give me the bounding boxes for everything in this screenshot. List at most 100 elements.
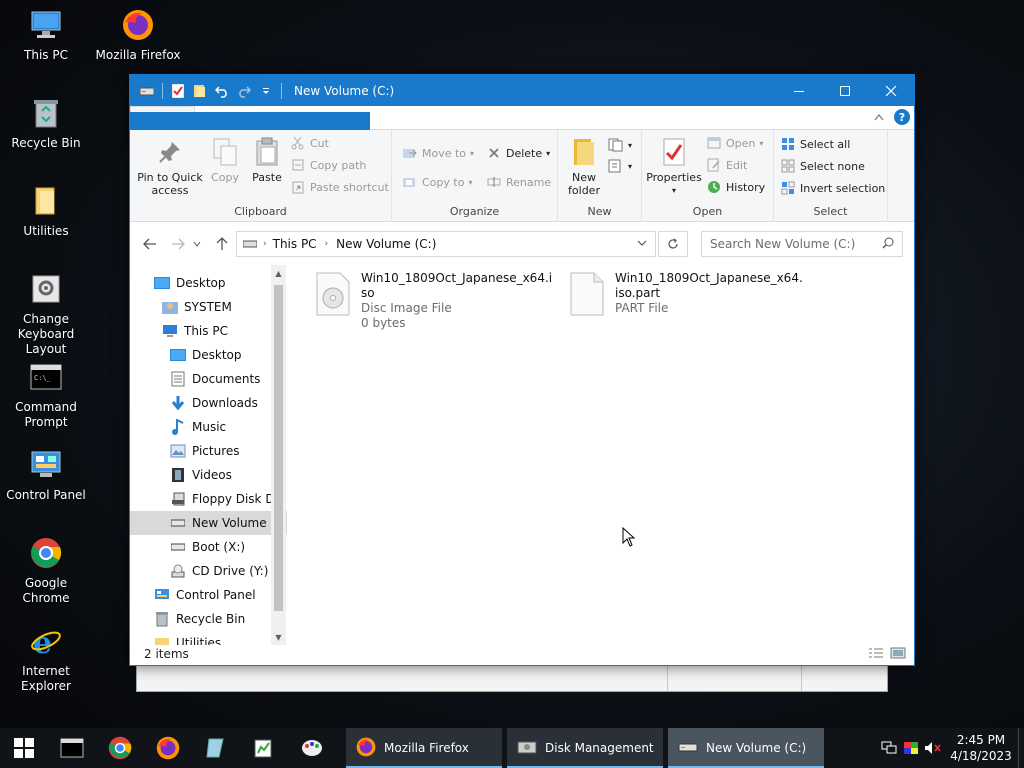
refresh-button[interactable] xyxy=(658,231,688,257)
chevron-down-icon: ▾ xyxy=(759,138,764,148)
chevron-down-icon: ▾ xyxy=(671,186,676,195)
customize-toolbar-icon[interactable] xyxy=(257,82,275,100)
details-view-icon[interactable] xyxy=(868,647,884,662)
paste-button[interactable]: Paste xyxy=(246,136,288,184)
edit-button[interactable]: Edit xyxy=(706,155,747,175)
nav-item-desktop-sub[interactable]: Desktop xyxy=(130,343,287,367)
taskbar-firefox-icon[interactable] xyxy=(144,728,192,768)
desktop-icon-recycle-bin[interactable]: Recycle Bin xyxy=(0,96,92,151)
taskbar-app-file-explorer[interactable]: New Volume (C:) xyxy=(668,728,824,768)
scroll-up-arrow[interactable]: ▲ xyxy=(271,265,286,281)
properties-button[interactable]: Properties ▾ xyxy=(646,136,702,197)
easy-access-button[interactable]: ▾ xyxy=(608,156,632,176)
clock[interactable]: 2:45 PM 4/18/2023 xyxy=(944,732,1018,764)
maximize-button[interactable] xyxy=(822,75,868,106)
taskbar-editor-icon[interactable] xyxy=(240,728,288,768)
redo-icon[interactable] xyxy=(235,82,253,100)
taskbar-command-prompt-icon[interactable] xyxy=(48,728,96,768)
copy-to-label: Copy to xyxy=(422,175,465,189)
collapse-ribbon-icon[interactable] xyxy=(874,110,884,124)
minimize-button[interactable] xyxy=(776,75,822,106)
search-placeholder: Search New Volume (C:) xyxy=(710,237,856,251)
taskbar-app-firefox[interactable]: Mozilla Firefox xyxy=(346,728,502,768)
nav-item-desktop[interactable]: Desktop xyxy=(130,271,287,295)
rename-button[interactable]: Rename xyxy=(486,172,551,192)
breadcrumb-new-volume[interactable]: New Volume (C:) xyxy=(336,237,436,251)
nav-item-documents[interactable]: Documents xyxy=(130,367,287,391)
breadcrumb-this-pc[interactable]: This PC xyxy=(273,237,317,251)
paste-shortcut-button[interactable]: Paste shortcut xyxy=(290,177,389,197)
nav-pane-scrollbar[interactable]: ▲ ▼ xyxy=(271,265,286,645)
open-button[interactable]: Open ▾ xyxy=(706,133,763,153)
address-history-dropdown[interactable] xyxy=(637,237,647,252)
taskbar-paint-icon[interactable] xyxy=(288,728,336,768)
select-none-button[interactable]: Select none xyxy=(780,156,865,176)
desktop-icon-google-chrome[interactable]: Google Chrome xyxy=(0,536,92,606)
delete-button[interactable]: Delete ▾ xyxy=(486,143,550,163)
nav-item-boot[interactable]: Boot (X:) xyxy=(130,535,287,559)
file-item[interactable]: Win10_1809Oct_Japanese_x64.iso Disc Imag… xyxy=(315,271,555,330)
select-all-button[interactable]: Select all xyxy=(780,134,850,154)
recent-locations-button[interactable] xyxy=(190,232,204,256)
history-button[interactable]: History xyxy=(706,177,765,197)
desktop-icon-internet-explorer[interactable]: e Internet Explorer xyxy=(0,624,92,694)
cut-button[interactable]: Cut xyxy=(290,133,329,153)
nav-item-floppy-disk[interactable]: Floppy Disk Dri xyxy=(130,487,287,511)
nav-item-system[interactable]: SYSTEM xyxy=(130,295,287,319)
properties-check-icon[interactable] xyxy=(169,82,187,100)
scrollbar-thumb[interactable] xyxy=(274,285,283,611)
display-color-icon[interactable] xyxy=(900,741,922,755)
file-type: Disc Image File xyxy=(361,301,452,315)
nav-item-music[interactable]: Music xyxy=(130,415,287,439)
nav-item-this-pc[interactable]: This PC xyxy=(130,319,287,343)
large-icons-view-icon[interactable] xyxy=(890,647,906,662)
pictures-icon xyxy=(170,443,186,459)
desktop-icon-label: Internet Explorer xyxy=(21,664,71,693)
desktop-icon-control-panel[interactable]: Control Panel xyxy=(0,448,92,503)
taskbar-notepad-icon[interactable] xyxy=(192,728,240,768)
new-folder-icon[interactable] xyxy=(191,82,209,100)
taskbar-app-disk-management[interactable]: Disk Management xyxy=(507,728,663,768)
desktop-icon-firefox[interactable]: Mozilla Firefox xyxy=(92,8,184,63)
nav-item-cd-drive[interactable]: CD Drive (Y:) H xyxy=(130,559,287,583)
file-item[interactable]: Win10_1809Oct_Japanese_x64.iso.part PART… xyxy=(569,271,809,323)
new-item-button[interactable]: ▾ xyxy=(608,135,632,155)
invert-selection-button[interactable]: Invert selection xyxy=(780,178,885,198)
search-input[interactable]: Search New Volume (C:) xyxy=(701,231,903,257)
nav-item-control-panel[interactable]: Control Panel xyxy=(130,583,287,607)
scissors-icon xyxy=(290,135,306,151)
nav-item-new-volume[interactable]: New Volume (C xyxy=(130,511,287,535)
nav-item-label: Documents xyxy=(192,372,261,386)
nav-item-pictures[interactable]: Pictures xyxy=(130,439,287,463)
network-icon[interactable] xyxy=(878,741,900,755)
copy-button[interactable]: Copy xyxy=(204,136,246,184)
close-button[interactable] xyxy=(868,75,914,106)
taskbar-chrome-icon[interactable] xyxy=(96,728,144,768)
desktop-icon-change-keyboard-layout[interactable]: Change Keyboard Layout xyxy=(0,272,92,357)
back-button[interactable] xyxy=(138,232,162,256)
nav-item-recycle-bin[interactable]: Recycle Bin xyxy=(130,607,287,631)
start-button[interactable] xyxy=(0,728,48,768)
select-group-label: Select xyxy=(813,205,848,218)
up-button[interactable] xyxy=(210,232,234,256)
file-list[interactable]: Win10_1809Oct_Japanese_x64.iso Disc Imag… xyxy=(287,265,914,645)
nav-item-downloads[interactable]: Downloads xyxy=(130,391,287,415)
show-desktop-button[interactable] xyxy=(1018,728,1024,768)
undo-icon[interactable] xyxy=(213,82,231,100)
copy-path-button[interactable]: Copy path xyxy=(290,155,366,175)
address-bar[interactable]: › This PC › New Volume (C:) xyxy=(236,231,656,257)
move-to-button[interactable]: Move to ▾ xyxy=(402,143,474,163)
pin-to-quick-access-button[interactable]: Pin to Quick access xyxy=(136,136,204,197)
nav-item-videos[interactable]: Videos xyxy=(130,463,287,487)
copy-path-icon xyxy=(290,157,306,173)
desktop-icon-label: Change Keyboard Layout xyxy=(17,312,75,356)
new-folder-button[interactable]: New folder xyxy=(562,136,606,197)
volume-muted-icon[interactable] xyxy=(922,741,944,755)
forward-button[interactable] xyxy=(166,232,190,256)
desktop-icon-utilities[interactable]: Utilities xyxy=(0,184,92,239)
desktop-icon-command-prompt[interactable]: C:\_ Command Prompt xyxy=(0,360,92,430)
title-bar[interactable]: New Volume (C:) xyxy=(130,75,914,106)
desktop-icon-this-pc[interactable]: This PC xyxy=(0,8,92,63)
copy-to-button[interactable]: Copy to ▾ xyxy=(402,172,472,192)
help-icon[interactable]: ? xyxy=(894,109,910,125)
